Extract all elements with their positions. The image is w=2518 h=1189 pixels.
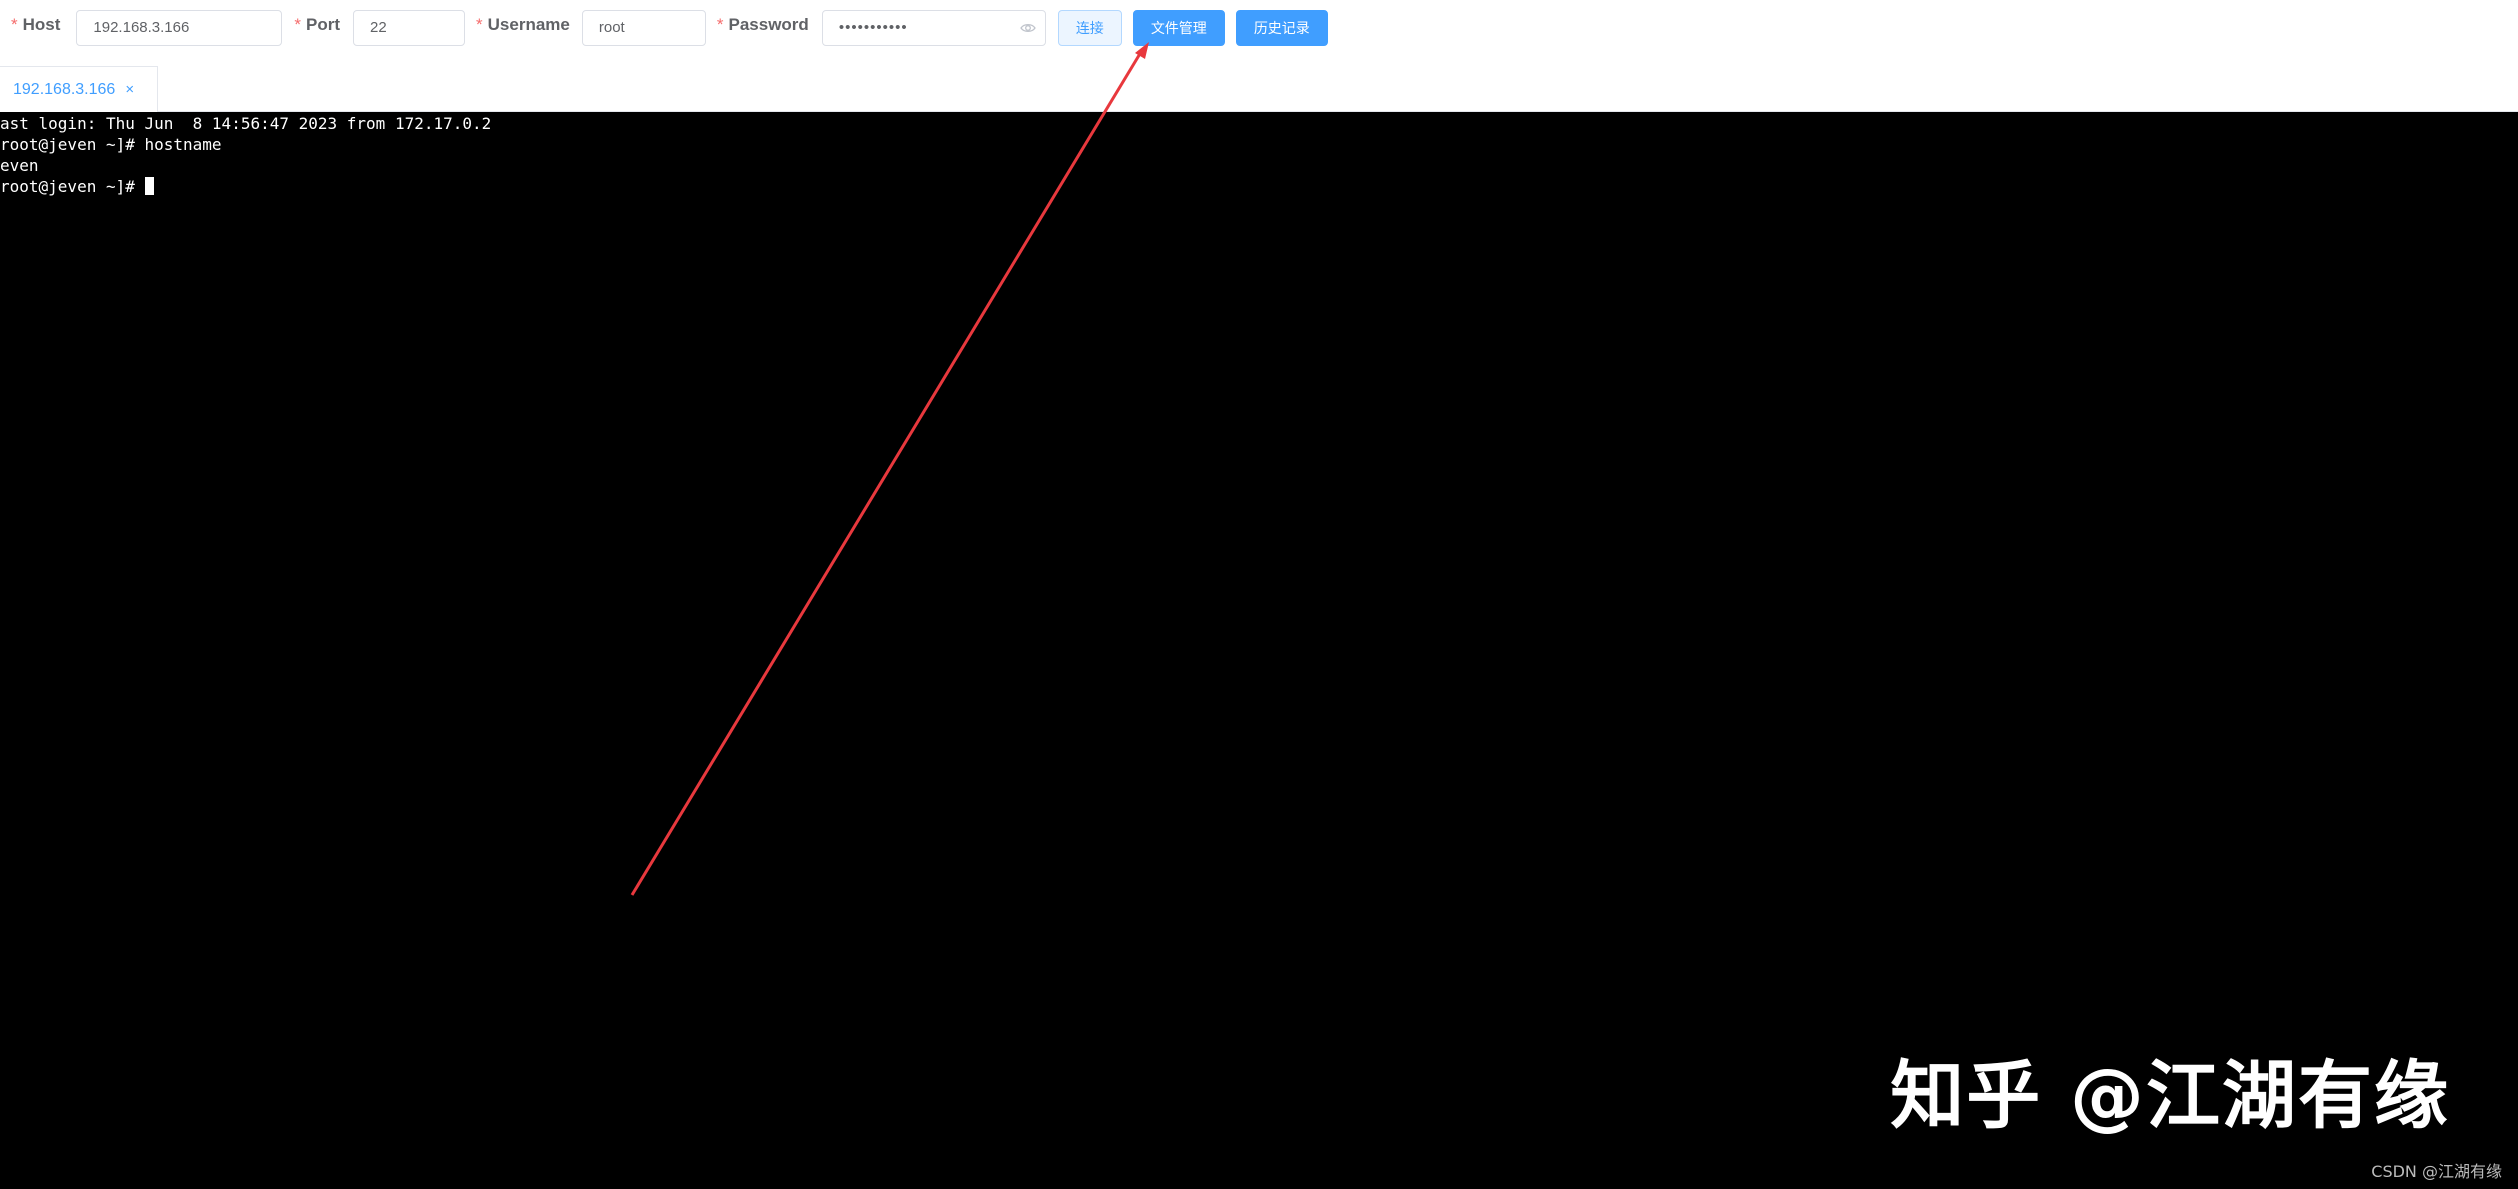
terminal-prompt-line: root@jeven ~]# xyxy=(0,176,2518,197)
host-label-text: Host xyxy=(22,15,61,34)
username-label-text: Username xyxy=(487,15,570,34)
terminal[interactable]: ast login: Thu Jun 8 14:56:47 2023 from … xyxy=(0,112,2518,1189)
history-button[interactable]: 历史记录 xyxy=(1235,9,1328,46)
terminal-line: ast login: Thu Jun 8 14:56:47 2023 from … xyxy=(0,114,492,133)
required-mark: * xyxy=(294,15,302,34)
port-input[interactable] xyxy=(353,9,466,46)
terminal-output: ast login: Thu Jun 8 14:56:47 2023 from … xyxy=(0,112,2518,197)
terminal-cursor xyxy=(144,177,154,195)
required-mark: * xyxy=(716,15,724,34)
terminal-prompt: root@jeven ~]# xyxy=(0,177,145,196)
terminal-line: even xyxy=(0,156,39,175)
connect-button[interactable]: 连接 xyxy=(1057,9,1122,46)
eye-icon[interactable] xyxy=(1020,21,1036,35)
terminal-line: root@jeven ~]# hostname xyxy=(0,135,222,154)
tab-session[interactable]: 192.168.3.166 × xyxy=(0,66,158,112)
password-label-text: Password xyxy=(728,15,809,34)
watermark-zhihu: 知乎 @江湖有缘 xyxy=(1890,1053,2450,1139)
session-tabs: 192.168.3.166 × xyxy=(0,66,2518,112)
close-icon[interactable]: × xyxy=(125,82,134,97)
port-label: * Port xyxy=(294,7,340,43)
username-label: * Username xyxy=(476,7,570,43)
password-input[interactable] xyxy=(821,9,1046,46)
connection-form: * Host * Port * Username * Password 连接 文… xyxy=(0,0,2518,55)
file-manage-button[interactable]: 文件管理 xyxy=(1132,9,1225,46)
password-field xyxy=(821,9,1046,46)
host-label: * Host xyxy=(11,7,60,43)
ssh-terminal-page: * Host * Port * Username * Password 连接 文… xyxy=(0,0,2518,1189)
tab-label: 192.168.3.166 xyxy=(13,80,116,98)
required-mark: * xyxy=(476,15,483,34)
required-mark: * xyxy=(11,15,18,34)
password-label: * Password xyxy=(717,7,809,43)
host-input[interactable] xyxy=(76,9,283,46)
port-label-text: Port xyxy=(306,15,341,34)
watermark-csdn: CSDN @江湖有缘 xyxy=(2371,1162,2502,1181)
username-input[interactable] xyxy=(581,9,706,46)
